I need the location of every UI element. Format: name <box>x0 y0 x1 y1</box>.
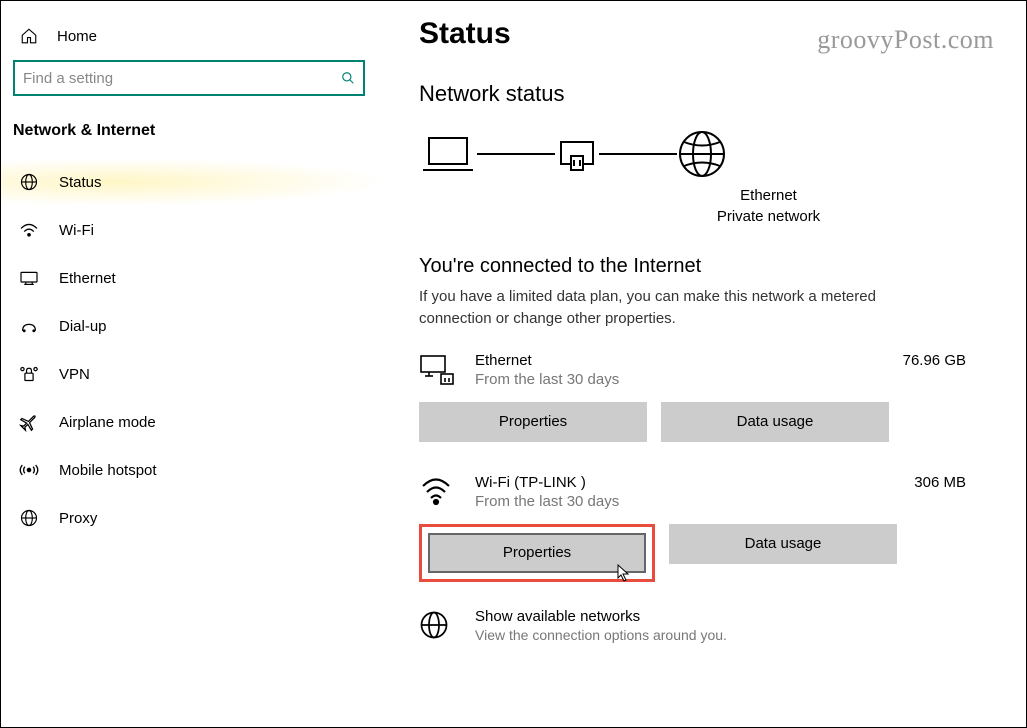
available-sub: View the connection options around you. <box>475 627 727 643</box>
ethernet-icon <box>19 268 39 288</box>
home-icon <box>19 26 39 46</box>
ethernet-adapter-icon <box>419 354 455 390</box>
show-available-networks[interactable]: Show available networks View the connect… <box>419 608 966 646</box>
sidebar-item-label: Proxy <box>59 510 97 527</box>
diagram-line <box>599 153 677 155</box>
sidebar-item-ethernet[interactable]: Ethernet <box>1 254 390 302</box>
network-diagram <box>419 129 966 179</box>
sidebar-item-label: Mobile hotspot <box>59 462 157 479</box>
network-status-title: Network status <box>419 81 966 107</box>
ethernet-properties-button[interactable]: Properties <box>419 402 647 442</box>
main-panel: Status Network status Ethernet Private n… <box>391 1 1026 727</box>
diagram-label: Ethernet Private network <box>571 185 966 227</box>
search-input-wrap[interactable] <box>13 60 365 96</box>
network-usage: 76.96 GB <box>903 352 966 369</box>
wifi-adapter-icon <box>419 476 455 512</box>
network-usage: 306 MB <box>914 474 966 491</box>
sidebar-item-label: Status <box>59 174 102 191</box>
diagram-device: Ethernet <box>571 185 966 206</box>
sidebar-item-hotspot[interactable]: Mobile hotspot <box>1 446 390 494</box>
dialup-icon <box>19 316 39 336</box>
wifi-data-usage-button[interactable]: Data usage <box>669 524 897 564</box>
connected-desc: If you have a limited data plan, you can… <box>419 286 899 330</box>
network-name: Ethernet <box>475 352 883 369</box>
laptop-icon <box>419 132 477 176</box>
hotspot-icon <box>19 460 39 480</box>
search-input[interactable] <box>23 70 341 87</box>
network-name: Wi-Fi (TP-LINK ) <box>475 474 894 491</box>
globe-icon <box>19 172 39 192</box>
sidebar-item-label: Ethernet <box>59 270 116 287</box>
network-row-wifi: Wi-Fi (TP-LINK ) From the last 30 days 3… <box>419 474 966 512</box>
watermark-text: groovyPost.com <box>817 25 994 55</box>
diagram-type: Private network <box>571 206 966 227</box>
ethernet-data-usage-button[interactable]: Data usage <box>661 402 889 442</box>
network-subtitle: From the last 30 days <box>475 493 894 510</box>
sidebar: Home Network & Internet Status Wi-Fi <box>1 1 391 727</box>
router-icon <box>555 132 599 176</box>
sidebar-item-vpn[interactable]: VPN <box>1 350 390 398</box>
sidebar-item-status[interactable]: Status <box>1 158 390 206</box>
available-title: Show available networks <box>475 608 727 625</box>
section-header: Network & Internet <box>1 122 390 158</box>
network-row-ethernet: Ethernet From the last 30 days 76.96 GB <box>419 352 966 390</box>
sidebar-item-label: VPN <box>59 366 90 383</box>
wifi-properties-button[interactable]: Properties <box>428 533 646 573</box>
globe-large-icon <box>677 129 727 179</box>
sidebar-item-label: Wi-Fi <box>59 222 94 239</box>
sidebar-item-label: Airplane mode <box>59 414 156 431</box>
search-icon <box>341 71 355 85</box>
sidebar-item-proxy[interactable]: Proxy <box>1 494 390 542</box>
vpn-icon <box>19 364 39 384</box>
globe-icon <box>419 610 455 646</box>
sidebar-item-dialup[interactable]: Dial-up <box>1 302 390 350</box>
airplane-icon <box>19 412 39 432</box>
sidebar-item-label: Dial-up <box>59 318 107 335</box>
home-link[interactable]: Home <box>1 21 390 60</box>
sidebar-item-wifi[interactable]: Wi-Fi <box>1 206 390 254</box>
wifi-icon <box>19 220 39 240</box>
connected-title: You're connected to the Internet <box>419 255 966 278</box>
diagram-line <box>477 153 555 155</box>
highlighted-properties: Properties <box>419 524 655 582</box>
network-subtitle: From the last 30 days <box>475 371 883 388</box>
sidebar-item-airplane[interactable]: Airplane mode <box>1 398 390 446</box>
home-label: Home <box>57 28 97 45</box>
proxy-icon <box>19 508 39 528</box>
